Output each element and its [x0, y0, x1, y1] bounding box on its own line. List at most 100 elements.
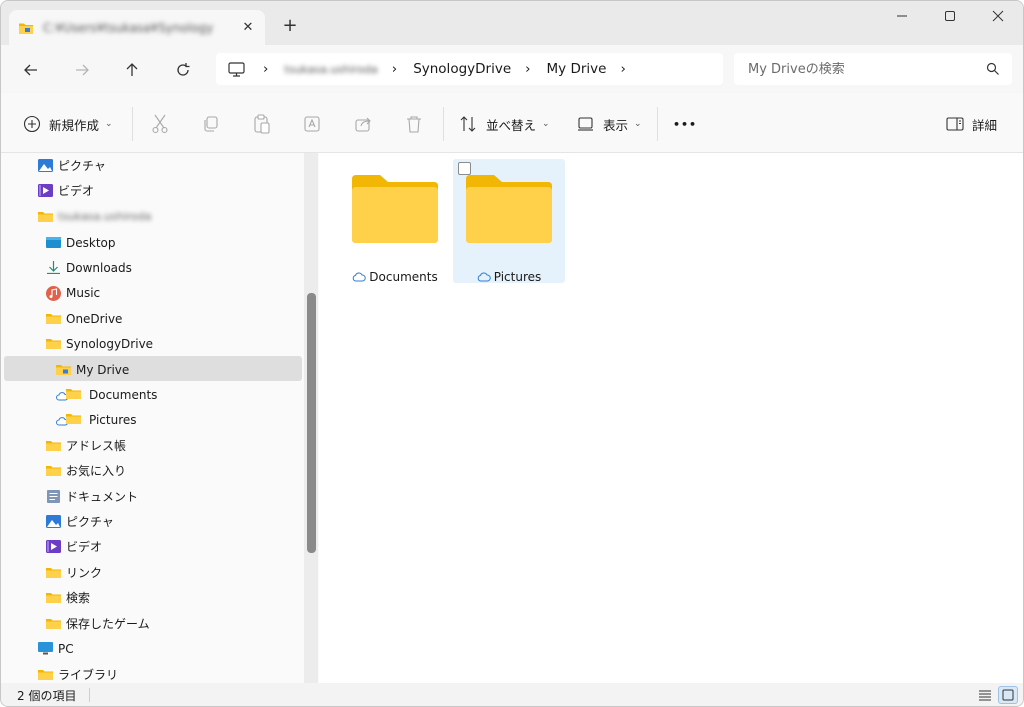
large-icons-view-button[interactable] [998, 686, 1018, 704]
sidebar-item-label: 検索 [66, 591, 91, 605]
trash-icon [407, 116, 421, 133]
folder-documents[interactable]: Documents [339, 159, 451, 284]
sidebar-item[interactable]: アドレス帳 [46, 433, 126, 458]
arrow-left-icon [24, 64, 37, 76]
share-button[interactable] [355, 113, 373, 135]
folder-icon [46, 591, 61, 604]
folder-icon [46, 337, 61, 350]
sidebar-item[interactable]: Downloads [46, 255, 132, 280]
forward-button[interactable] [69, 57, 95, 83]
toolbar-divider [132, 107, 133, 141]
sidebar-item[interactable]: ビデオ [46, 534, 102, 559]
sidebar-item[interactable]: Documents [56, 382, 157, 407]
pictures-icon [38, 159, 53, 172]
more-options-button[interactable]: ••• [673, 113, 697, 135]
breadcrumb-separator[interactable]: › [620, 61, 625, 77]
paste-button[interactable] [253, 113, 271, 135]
sidebar-item-label: リンク [66, 566, 103, 580]
breadcrumb-separator[interactable]: › [392, 61, 397, 77]
tab-close-button[interactable]: ✕ [241, 20, 255, 35]
up-button[interactable] [119, 57, 145, 83]
sidebar-item[interactable]: リンク [46, 560, 102, 585]
sidebar-item-label: ビデオ [66, 540, 103, 554]
back-button[interactable] [18, 57, 44, 83]
status-bar: 2 個の項目 [1, 683, 1023, 706]
refresh-button[interactable] [170, 57, 196, 83]
refresh-icon [177, 63, 190, 76]
address-bar[interactable]: › tsukasa.ushiroda › SynologyDrive › My … [216, 53, 723, 85]
sidebar-item[interactable]: 検索 [46, 585, 90, 610]
sidebar-item-label: PC [58, 641, 74, 656]
desktop-icon [46, 236, 61, 249]
sidebar-item-label: お気に入り [66, 464, 127, 478]
command-bar: 新規作成 ⌄ 並べ替え ⌄ 表示 ⌄ ••• 詳細 [1, 93, 1023, 153]
tab-my-drive[interactable]: C:¥Users¥tsukasa¥Synology ✕ [9, 10, 265, 45]
sidebar-item[interactable]: Desktop [46, 230, 116, 255]
sidebar-item[interactable]: ビデオ [38, 178, 94, 203]
details-button[interactable]: 詳細 [946, 113, 997, 135]
sidebar-scroll-thumb[interactable] [307, 293, 316, 553]
synology-folder-icon [56, 363, 71, 376]
sidebar-item[interactable]: ピクチャ [46, 509, 114, 534]
minimize-icon [897, 15, 907, 17]
scissors-icon [152, 114, 168, 134]
search-icon[interactable] [986, 62, 1000, 76]
breadcrumb-separator[interactable]: › [263, 61, 268, 77]
sidebar-item[interactable]: ピクチャ [38, 153, 106, 178]
sidebar-item[interactable]: お気に入り [46, 458, 126, 483]
sidebar-item[interactable]: SynologyDrive [46, 331, 153, 356]
copy-button[interactable] [202, 113, 220, 135]
folder-pictures[interactable]: Pictures [453, 159, 565, 284]
chevron-down-icon: ⌄ [105, 119, 113, 129]
sidebar-item-label: SynologyDrive [66, 336, 154, 351]
sidebar-item-label: My Drive [76, 362, 130, 377]
view-label: 表示 [603, 117, 629, 133]
folder-icon [352, 175, 438, 243]
new-tab-button[interactable]: + [281, 15, 299, 37]
rename-button[interactable] [304, 113, 322, 135]
folder-icon [46, 617, 61, 630]
plus-circle-icon [23, 115, 41, 133]
sidebar-item[interactable]: tsukasa.ushiroda [38, 204, 151, 229]
delete-button[interactable] [406, 113, 422, 135]
list-view-icon [979, 690, 991, 701]
tiles-view-icon [1002, 689, 1014, 701]
details-pane-icon [946, 117, 964, 131]
cloud-icon [353, 272, 367, 282]
documents-icon [46, 490, 61, 503]
breadcrumb-separator[interactable]: › [525, 61, 530, 77]
sidebar-item-label: OneDrive [66, 311, 123, 326]
cut-button[interactable] [151, 113, 169, 135]
new-button[interactable]: 新規作成 ⌄ [23, 113, 113, 135]
minimize-button[interactable] [879, 5, 925, 27]
sidebar-item[interactable]: ドキュメント [46, 484, 138, 509]
breadcrumb-my-drive[interactable]: My Drive [547, 61, 607, 77]
sidebar-item[interactable]: 保存したゲーム [46, 611, 150, 636]
download-icon [46, 261, 61, 274]
maximize-button[interactable] [927, 5, 973, 27]
details-view-button[interactable] [975, 686, 995, 704]
sidebar-item[interactable]: Music [46, 280, 100, 305]
breadcrumb-user[interactable]: tsukasa.ushiroda [284, 63, 377, 76]
folder-name: Pictures [453, 270, 565, 284]
view-button[interactable]: 表示 ⌄ [577, 113, 642, 135]
breadcrumb-synologydrive[interactable]: SynologyDrive [413, 61, 511, 77]
sort-button[interactable]: 並べ替え ⌄ [459, 113, 550, 135]
sidebar-item-label: ライブラリ [58, 668, 119, 682]
videos-icon [38, 184, 53, 197]
close-window-button[interactable] [975, 5, 1021, 27]
sidebar-item-label: アドレス帳 [66, 439, 127, 453]
copy-icon [204, 116, 218, 132]
sidebar-item-label: ビデオ [58, 184, 95, 198]
view-icon [578, 117, 593, 131]
sidebar-item[interactable]: PC [38, 636, 74, 661]
search-input[interactable] [748, 61, 986, 77]
sidebar-item[interactable]: Pictures [56, 407, 137, 432]
sidebar-item[interactable]: OneDrive [46, 306, 122, 331]
folder-name: Documents [339, 270, 451, 284]
folder-label: Documents [369, 270, 438, 284]
cloud-icon [477, 272, 491, 282]
sidebar-item[interactable]: My Drive [56, 357, 129, 382]
toolbar-divider [657, 107, 658, 141]
sidebar-item-label: ピクチャ [66, 515, 114, 529]
